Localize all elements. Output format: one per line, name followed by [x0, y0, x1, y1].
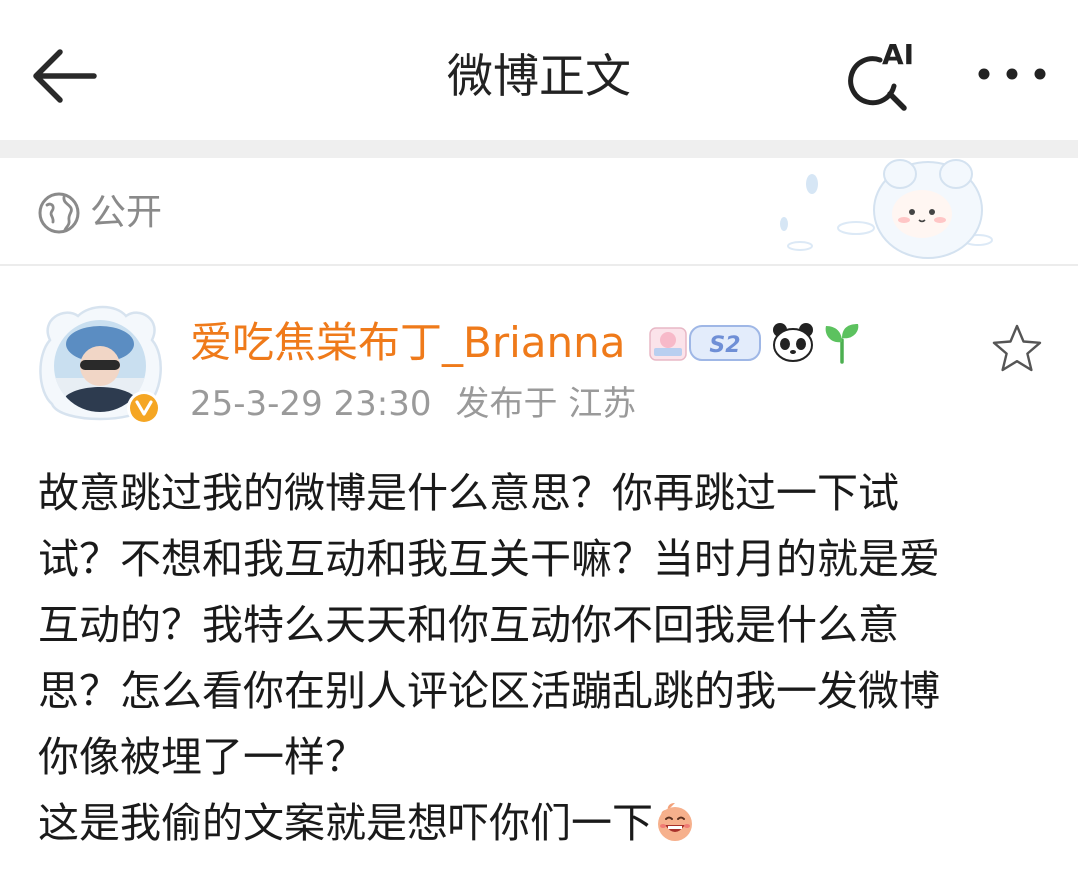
- star-icon: [992, 324, 1042, 372]
- author-name[interactable]: 爱吃焦棠布丁_Brianna: [190, 314, 625, 372]
- post-body: 故意跳过我的微博是什么意思？你再跳过一下试 试？不想和我互动和我互关干嘛？当时月…: [38, 460, 1048, 856]
- post-text-line: 试？不想和我互动和我互关干嘛？当时月的就是爱: [38, 535, 940, 583]
- post-text-line: 思？怎么看你在别人评论区活蹦乱跳的我一发微博: [38, 667, 940, 715]
- avatar-image: [39, 305, 162, 425]
- post-text-last-line: 这是我偷的文案就是想吓你们一下: [38, 790, 1048, 856]
- panda-icon: [773, 323, 813, 362]
- post-text-line: 你像被埋了一样？: [38, 733, 366, 781]
- more-icon: [978, 68, 1046, 80]
- globe-icon: [38, 192, 80, 234]
- top-nav-bar: 微博正文 AI: [0, 0, 1078, 140]
- favorite-button[interactable]: [990, 322, 1044, 376]
- svg-text:S2: S2: [709, 333, 740, 358]
- svg-text:AI: AI: [882, 38, 914, 71]
- post-text-line: 互动的？我特么天天和你互动你不回我是什么意: [38, 601, 899, 649]
- post-meta: 25-3-29 23:30 发布于 江苏: [190, 380, 636, 428]
- ai-search-button[interactable]: AI: [838, 38, 922, 112]
- laugh-emoji-icon: [658, 803, 692, 841]
- avatar[interactable]: [30, 300, 170, 430]
- badge-row: S2: [648, 316, 862, 368]
- decorative-sticker-icon: [780, 159, 993, 259]
- post-timestamp: 25-3-29 23:30: [190, 384, 432, 424]
- visibility-label: 公开: [90, 192, 163, 233]
- post-text-line: 故意跳过我的微博是什么意思？你再跳过一下试: [38, 469, 899, 517]
- ai-search-icon: AI: [848, 38, 914, 111]
- section-divider: [0, 140, 1078, 158]
- visibility-bar: 公开: [0, 158, 1078, 266]
- post-location: 发布于 江苏: [455, 384, 637, 424]
- sprout-icon: [825, 324, 859, 364]
- more-button[interactable]: [974, 52, 1050, 96]
- post-text-line: 这是我偷的文案就是想吓你们一下: [38, 799, 653, 847]
- member-badge[interactable]: S2: [648, 320, 764, 364]
